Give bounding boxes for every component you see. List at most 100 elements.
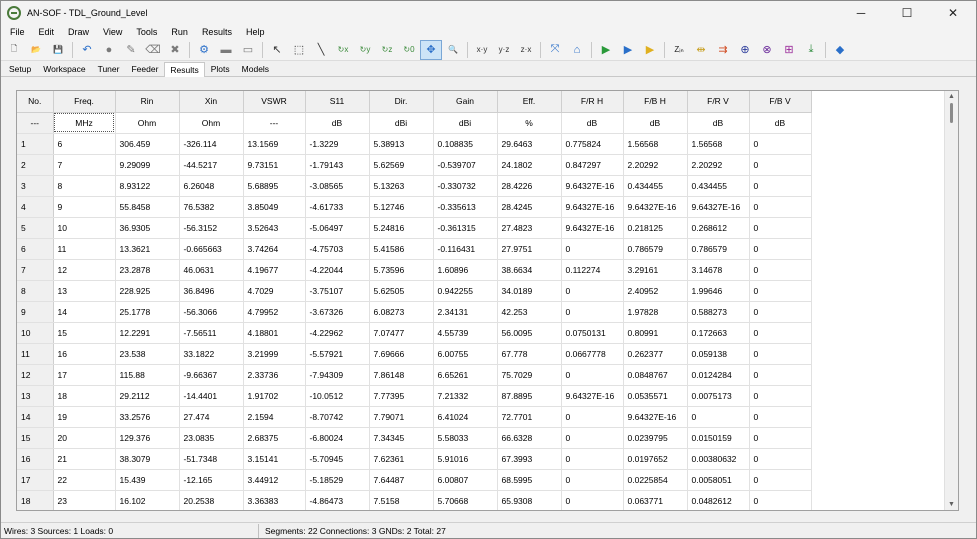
table-cell[interactable]: 129.376 xyxy=(115,427,180,449)
table-cell[interactable]: 3.74264 xyxy=(243,238,306,260)
table-cell[interactable]: 13.1569 xyxy=(243,133,306,155)
table-cell[interactable]: 2.34131 xyxy=(433,301,498,323)
line-icon[interactable]: ╲ xyxy=(310,40,332,60)
table-cell[interactable]: 0.0482612 xyxy=(687,490,750,510)
table-cell[interactable]: 15.439 xyxy=(115,469,180,491)
home-icon[interactable]: ⌂ xyxy=(566,40,588,60)
table-cell[interactable]: 0.0197652 xyxy=(623,448,688,470)
table-cell[interactable]: 1.97828 xyxy=(623,301,688,323)
table-cell[interactable]: 0 xyxy=(749,322,812,344)
table-cell[interactable]: 0.0667778 xyxy=(561,343,624,365)
table-cell[interactable]: 23 xyxy=(53,490,116,510)
table-cell[interactable]: 0.112274 xyxy=(561,259,624,281)
table-cell[interactable]: 12.2291 xyxy=(115,322,180,344)
table-cell[interactable]: 5.38913 xyxy=(369,133,434,155)
table-cell[interactable]: 24.1802 xyxy=(497,154,562,176)
table-cell[interactable]: -5.57921 xyxy=(305,343,370,365)
table-cell[interactable]: -56.3066 xyxy=(179,301,244,323)
table-cell[interactable]: 0.0848767 xyxy=(623,364,688,386)
table-cell[interactable]: 0.0535571 xyxy=(623,385,688,407)
table-cell[interactable]: 46.0631 xyxy=(179,259,244,281)
table-cell[interactable]: 25.1778 xyxy=(115,301,180,323)
table-cell[interactable]: 0 xyxy=(749,490,812,510)
table-cell[interactable]: 5.62505 xyxy=(369,280,434,302)
table-cell[interactable]: 67.3993 xyxy=(497,448,562,470)
view-yz-icon[interactable]: y·z xyxy=(493,40,515,60)
table-cell[interactable]: 9.64327E-16 xyxy=(623,406,688,428)
table-cell[interactable]: 4.7029 xyxy=(243,280,306,302)
menu-help[interactable]: Help xyxy=(239,27,272,37)
menu-run[interactable]: Run xyxy=(164,27,195,37)
results-grid[interactable]: No. Freq. Rin Xin VSWR S11 Dir. Gain Eff. F/R H F/… xyxy=(16,90,959,511)
table-cell[interactable]: 10 xyxy=(53,217,116,239)
pan-icon[interactable]: ✥ xyxy=(420,39,442,60)
column-header[interactable]: VSWR xyxy=(243,91,306,113)
menu-draw[interactable]: Draw xyxy=(61,27,96,37)
table-cell[interactable]: 5.68895 xyxy=(243,175,306,197)
pattern-icon[interactable]: ⊕ xyxy=(734,40,756,60)
table-row[interactable]: 4 9 55.8458 76.5382 3.85049 -4.61733 5.12746 -0… xyxy=(17,196,812,218)
table-cell[interactable]: 0 xyxy=(561,490,624,510)
column-header[interactable]: Eff. xyxy=(497,91,562,113)
table-row[interactable]: 17 22 15.439 -12.165 3.44912 -5.18529 7.64487 6… xyxy=(17,469,812,491)
save-icon[interactable]: 💾 xyxy=(47,40,69,60)
table-cell[interactable]: 5.73596 xyxy=(369,259,434,281)
table-cell[interactable]: 1.91702 xyxy=(243,385,306,407)
column-header[interactable]: F/R V xyxy=(687,91,750,113)
table-cell[interactable]: 36.8496 xyxy=(179,280,244,302)
table-cell[interactable]: 0 xyxy=(749,406,812,428)
table-cell[interactable]: 6.00807 xyxy=(433,469,498,491)
table-row[interactable]: 3 8 8.93122 6.26048 5.68895 -3.08565 5.13263 -0… xyxy=(17,175,812,197)
table-cell[interactable]: 16 xyxy=(53,343,116,365)
tab-setup[interactable]: Setup xyxy=(3,61,37,76)
table-cell[interactable]: 13.3621 xyxy=(115,238,180,260)
menu-tools[interactable]: Tools xyxy=(129,27,164,37)
table-cell[interactable]: 0 xyxy=(561,406,624,428)
table-cell[interactable]: 38.6634 xyxy=(497,259,562,281)
table-cell[interactable]: 0 xyxy=(561,427,624,449)
table-cell[interactable]: 0.0075173 xyxy=(687,385,750,407)
view-xy-icon[interactable]: x·y xyxy=(471,40,493,60)
table-row[interactable]: 16 21 38.3079 -51.7348 3.15141 -5.70945 7.6236… xyxy=(17,448,812,470)
table-cell[interactable]: 7 xyxy=(53,154,116,176)
table-cell[interactable]: 3.44912 xyxy=(243,469,306,491)
table-cell[interactable]: -7.94309 xyxy=(305,364,370,386)
close-button[interactable]: ✕ xyxy=(930,1,976,25)
table-cell[interactable]: 0.0239795 xyxy=(623,427,688,449)
table-cell[interactable]: 2.33736 xyxy=(243,364,306,386)
table-cell[interactable]: 4.55739 xyxy=(433,322,498,344)
table-cell[interactable]: -44.5217 xyxy=(179,154,244,176)
eraser-icon[interactable]: ⌫ xyxy=(142,40,164,60)
table-cell[interactable]: 0.942255 xyxy=(433,280,498,302)
table-cell[interactable]: 0.00380632 xyxy=(687,448,750,470)
table-cell[interactable]: -0.116431 xyxy=(433,238,498,260)
table-row[interactable]: 7 12 23.2878 46.0631 4.19677 -4.22044 5.73596 1… xyxy=(17,259,812,281)
tab-workspace[interactable]: Workspace xyxy=(37,61,91,76)
scroll-thumb[interactable] xyxy=(950,103,953,123)
table-cell[interactable]: -56.3152 xyxy=(179,217,244,239)
table-cell[interactable]: 12 xyxy=(53,259,116,281)
table-cell[interactable]: 87.8895 xyxy=(497,385,562,407)
chart-icon[interactable]: ⊞ xyxy=(778,40,800,60)
table-cell[interactable]: -7.56511 xyxy=(179,322,244,344)
menu-file[interactable]: File xyxy=(3,27,32,37)
table-cell[interactable]: -14.4401 xyxy=(179,385,244,407)
table-cell[interactable]: 0 xyxy=(561,448,624,470)
tab-feeder[interactable]: Feeder xyxy=(125,61,164,76)
table-cell[interactable]: 55.8458 xyxy=(115,196,180,218)
table-cell[interactable]: 0.775824 xyxy=(561,133,624,155)
table-row[interactable]: 15 20 129.376 23.0835 2.68375 -6.80024 7.34345… xyxy=(17,427,812,449)
table-cell[interactable]: 7.86148 xyxy=(369,364,434,386)
comment-icon[interactable]: ▬ xyxy=(215,40,237,60)
table-cell[interactable]: 0 xyxy=(561,469,624,491)
row-number[interactable]: 2 xyxy=(17,154,54,176)
table-cell[interactable]: 5.41586 xyxy=(369,238,434,260)
table-row[interactable]: 8 13 228.925 36.8496 4.7029 -3.75107 5.62505 0.… xyxy=(17,280,812,302)
table-cell[interactable]: 20.2538 xyxy=(179,490,244,510)
run-near-field-icon[interactable]: ▶ xyxy=(639,40,661,60)
table-cell[interactable]: 33.2576 xyxy=(115,406,180,428)
export-icon[interactable]: ⤓ xyxy=(800,40,822,60)
table-cell[interactable]: 6 xyxy=(53,133,116,155)
table-cell[interactable]: 9.64327E-16 xyxy=(561,196,624,218)
table-cell[interactable]: -0.539707 xyxy=(433,154,498,176)
